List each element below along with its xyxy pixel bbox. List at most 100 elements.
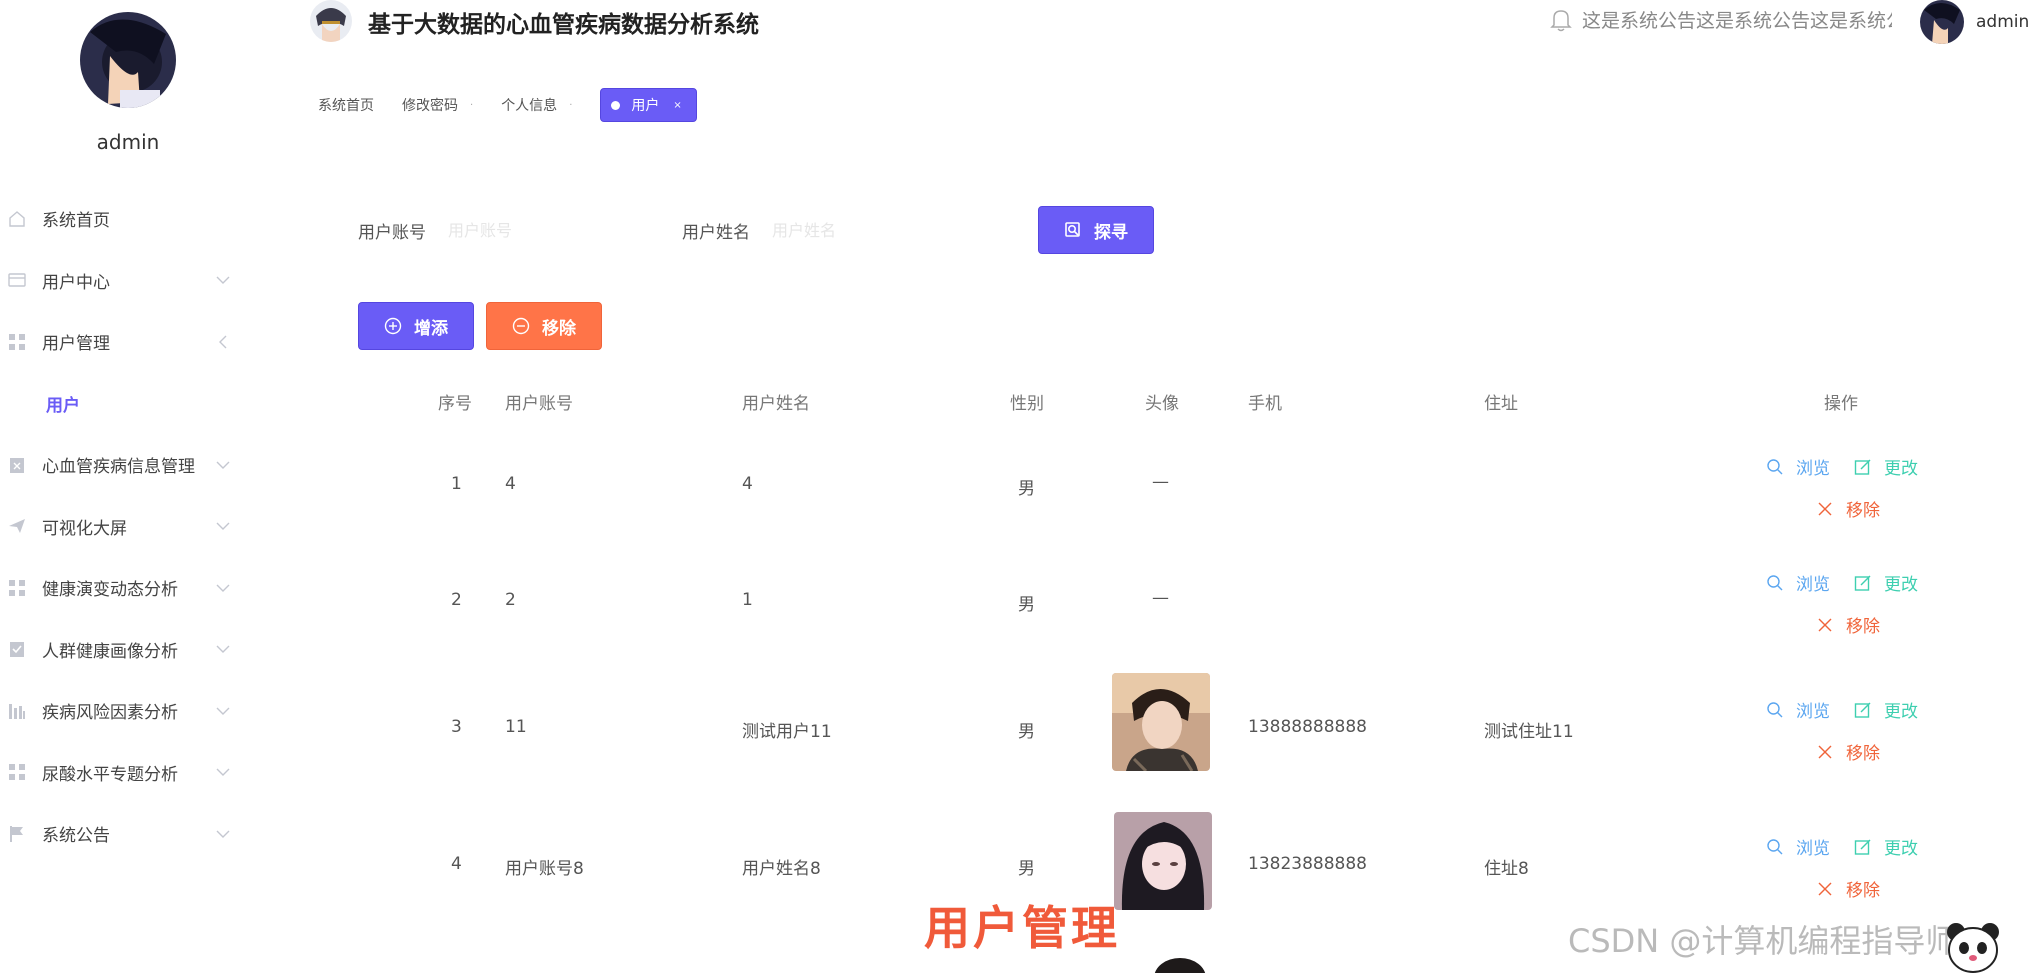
chevron-down-icon (216, 584, 230, 592)
panda-sticker-icon (1944, 918, 2002, 973)
cell-account: 用户账号8 (505, 859, 584, 879)
sidebar: admin 系统首页 用户中心 用户管理 用户 心血管疾病信息管理 可视化大屏 (0, 0, 240, 973)
tab-close-icon[interactable]: · (569, 100, 572, 111)
grid-icon (9, 764, 25, 781)
sidebar-item-label: 用户管理 (42, 334, 110, 355)
app-logo (310, 0, 352, 42)
edit-icon (1854, 575, 1871, 591)
cell-name: 用户姓名8 (742, 859, 821, 879)
tab-label: 修改密码 (402, 98, 458, 114)
tab-close-icon[interactable]: · (470, 100, 473, 111)
cell-phone: 13888888888 (1248, 717, 1367, 737)
sidebar-item-home[interactable]: 系统首页 (0, 188, 240, 250)
delete-button[interactable]: 移除 (486, 302, 602, 350)
cell-gender: 男 (1018, 595, 1035, 615)
sidebar-profile: admin (78, 12, 178, 154)
sidebar-item-label: 用户中心 (42, 272, 110, 293)
edit-button[interactable]: 更改 (1854, 834, 1918, 859)
sidebar-item-user-center[interactable]: 用户中心 (0, 250, 240, 312)
tab-bar: 系统首页 修改密码 · 个人信息 · 用户 × (318, 88, 725, 122)
column-header-actions: 操作 (1824, 394, 1858, 414)
name-search-input[interactable] (772, 212, 932, 248)
tab-home[interactable]: 系统首页 (318, 88, 374, 122)
tab-user[interactable]: 用户 × (600, 88, 697, 122)
minus-circle-icon (512, 317, 530, 335)
row-delete-button[interactable]: 移除 (1816, 876, 1880, 901)
chevron-down-icon (216, 768, 230, 777)
avatar (1920, 0, 1964, 44)
user-menu[interactable]: admin (1920, 0, 2029, 44)
view-button[interactable]: 浏览 (1766, 834, 1830, 859)
account-label: 用户账号 (358, 223, 426, 243)
view-button[interactable]: 浏览 (1766, 570, 1830, 595)
home-icon (9, 210, 25, 227)
delete-label: 移除 (1846, 617, 1880, 637)
card-icon (8, 273, 26, 287)
send-icon (9, 519, 25, 534)
sidebar-item-announcements[interactable]: 系统公告 (0, 803, 240, 865)
tab-change-password[interactable]: 修改密码 · (402, 88, 473, 122)
user-avatar-image[interactable] (1112, 673, 1210, 771)
cell-account: 11 (505, 717, 527, 737)
chevron-left-icon (219, 335, 227, 349)
chevron-down-icon (216, 522, 230, 531)
row-delete-button[interactable]: 移除 (1816, 612, 1880, 637)
video-caption: 用户管理 (924, 901, 1120, 955)
name-label: 用户姓名 (682, 223, 750, 243)
sidebar-item-label: 尿酸水平专题分析 (42, 764, 178, 785)
sidebar-item-user-management[interactable]: 用户管理 (0, 311, 240, 373)
column-header-account: 用户账号 (505, 394, 573, 414)
search-icon (1767, 458, 1783, 474)
check-clipboard-icon (10, 642, 24, 658)
sidebar-item-label: 用户 (46, 395, 80, 416)
sidebar-item-label: 人群健康画像分析 (42, 641, 178, 662)
view-button[interactable]: 浏览 (1766, 454, 1830, 479)
cell-index: 2 (451, 590, 462, 610)
sidebar-item-uric-acid[interactable]: 尿酸水平专题分析 (0, 742, 240, 804)
sidebar-subitem-user[interactable]: 用户 (0, 373, 240, 435)
cell-name: 1 (742, 590, 753, 610)
chevron-down-icon (216, 707, 230, 715)
sidebar-item-risk-factors[interactable]: 疾病风险因素分析 (0, 680, 240, 742)
delete-label: 移除 (1846, 744, 1880, 764)
grid-icon (9, 579, 25, 596)
close-icon (1818, 618, 1832, 631)
cell-phone: 13823888888 (1248, 854, 1367, 874)
column-header-address: 住址 (1484, 394, 1518, 414)
column-header-avatar: 头像 (1145, 394, 1179, 414)
cell-index: 3 (451, 717, 462, 737)
sidebar-item-label: 疾病风险因素分析 (42, 703, 178, 724)
tab-close-icon[interactable]: × (673, 100, 681, 111)
search-button[interactable]: 探寻 (1038, 206, 1154, 254)
chevron-down-icon (216, 645, 230, 654)
search-button-label: 探寻 (1094, 222, 1128, 242)
column-header-index: 序号 (438, 394, 472, 414)
account-search-input[interactable] (448, 212, 608, 248)
add-button[interactable]: 增添 (358, 302, 474, 350)
bell-icon (1550, 9, 1572, 31)
cell-account: 4 (505, 474, 516, 494)
edit-label: 更改 (1884, 839, 1918, 859)
edit-button[interactable]: 更改 (1854, 697, 1918, 722)
cell-gender: 男 (1018, 722, 1035, 742)
row-delete-button[interactable]: 移除 (1816, 496, 1880, 521)
delete-button-label: 移除 (542, 318, 576, 338)
edit-button[interactable]: 更改 (1854, 454, 1918, 479)
sidebar-item-dashboard[interactable]: 可视化大屏 (0, 496, 240, 558)
sidebar-item-cardio-info[interactable]: 心血管疾病信息管理 (0, 434, 240, 496)
tab-personal-info[interactable]: 个人信息 · (501, 88, 572, 122)
edit-button[interactable]: 更改 (1854, 570, 1918, 595)
tab-label: 用户 (631, 98, 660, 114)
sidebar-item-population-profile[interactable]: 人群健康画像分析 (0, 619, 240, 681)
sidebar-item-health-evolution[interactable]: 健康演变动态分析 (0, 557, 240, 619)
cell-avatar-empty: — (1152, 472, 1169, 492)
header-username: admin (1976, 12, 2030, 32)
profile-avatar[interactable] (80, 12, 176, 108)
search-icon (1065, 222, 1080, 237)
edit-icon (1854, 702, 1871, 718)
close-icon (1818, 882, 1832, 895)
user-avatar-image[interactable] (1114, 812, 1212, 910)
view-label: 浏览 (1796, 459, 1830, 479)
row-delete-button[interactable]: 移除 (1816, 739, 1880, 764)
view-button[interactable]: 浏览 (1766, 697, 1830, 722)
